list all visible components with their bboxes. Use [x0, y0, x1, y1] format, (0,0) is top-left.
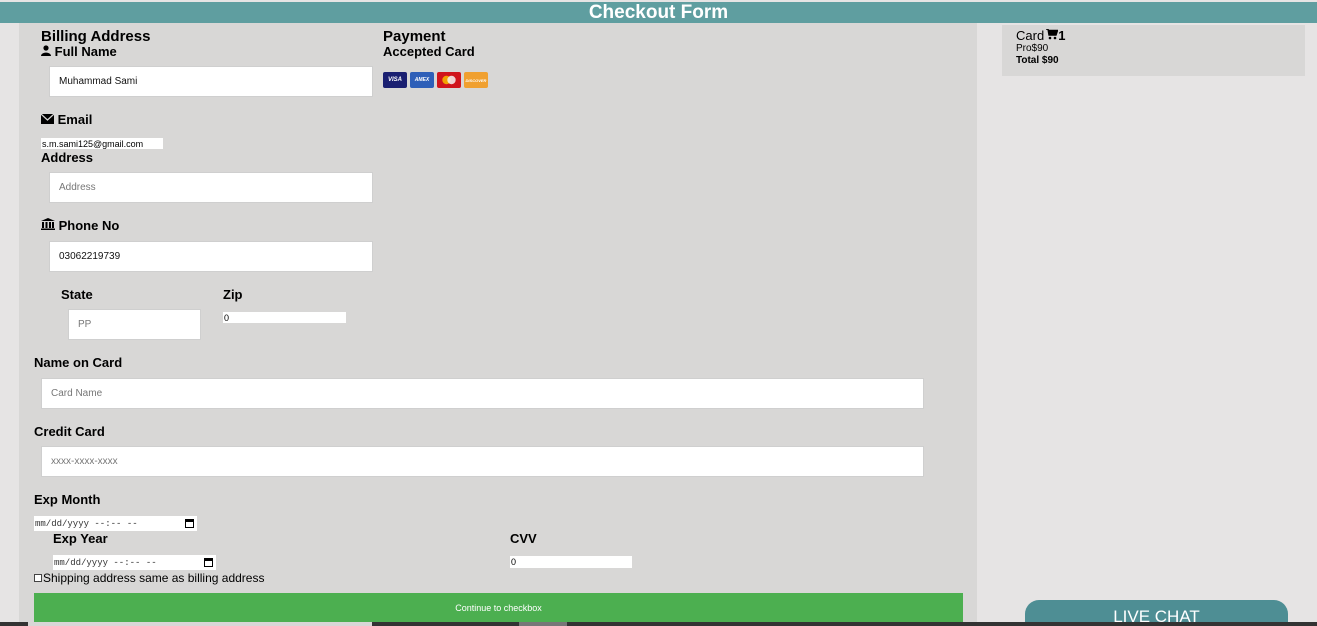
address-label: Address — [41, 150, 94, 165]
phone-label-group: Phone No — [41, 218, 119, 233]
cvv-label: CVV — [510, 531, 537, 546]
zip-label: Zip — [223, 287, 243, 302]
cvv-field[interactable]: 0 — [510, 556, 632, 568]
address-field[interactable]: Address — [49, 172, 373, 203]
email-field[interactable]: s.m.sami125@gmail.com — [41, 138, 163, 149]
mastercard-icon — [437, 72, 461, 88]
full-name-field[interactable]: Muhammad Sami — [49, 66, 373, 97]
card-name-field[interactable]: Card Name — [41, 378, 924, 409]
envelope-icon — [40, 112, 58, 127]
exp-month-field[interactable]: mm/dd/yyyy --:-- -- — [34, 516, 197, 531]
calendar-icon[interactable] — [185, 519, 194, 528]
accepted-card-label: Accepted Card — [383, 44, 475, 59]
exp-month-label: Exp Month — [34, 492, 101, 507]
accepted-cards: VISA AMEX DISCOVER — [383, 72, 488, 88]
credit-card-label: Credit Card — [34, 424, 105, 439]
exp-month-value: mm/dd/yyyy --:-- -- — [35, 518, 138, 529]
credit-card-field[interactable]: xxxx-xxxx-xxxx — [41, 446, 924, 477]
phone-field[interactable]: 03062219739 — [49, 241, 373, 272]
calendar-icon[interactable] — [204, 558, 213, 567]
bottom-bar-right — [372, 622, 1317, 626]
cart-title: Card — [1016, 28, 1045, 43]
discover-card-icon: DISCOVER — [464, 72, 488, 88]
email-label: Email — [57, 112, 93, 127]
phone-label: Phone No — [58, 218, 120, 233]
exp-year-label: Exp Year — [53, 531, 108, 546]
full-name-label-group: Full Name — [41, 44, 117, 59]
exp-year-value: mm/dd/yyyy --:-- -- — [54, 557, 157, 568]
shopping-cart-icon — [1046, 28, 1059, 43]
cart-count: 1 — [1058, 28, 1066, 43]
bottom-bar-left — [0, 622, 28, 626]
shipping-same-row[interactable]: Shipping address same as billing address — [34, 571, 264, 585]
cart-header: Card 1 — [1016, 28, 1065, 43]
amex-card-icon: AMEX — [410, 72, 434, 88]
exp-year-field[interactable]: mm/dd/yyyy --:-- -- — [53, 555, 216, 570]
full-name-label: Full Name — [54, 44, 117, 59]
zip-field[interactable]: 0 — [223, 312, 346, 323]
user-icon — [41, 44, 55, 59]
payment-heading: Payment — [383, 28, 446, 45]
continue-button[interactable]: Continue to checkbox — [34, 593, 963, 622]
shipping-same-label: Shipping address same as billing address — [43, 571, 265, 585]
page-title: Checkout Form — [0, 2, 1317, 23]
visa-card-icon: VISA — [383, 72, 407, 88]
shipping-same-checkbox[interactable] — [34, 574, 42, 582]
bottom-bar-segment — [519, 622, 567, 626]
name-on-card-label: Name on Card — [34, 355, 123, 370]
state-label: State — [61, 287, 93, 302]
bank-icon — [41, 218, 59, 233]
cart-item[interactable]: Pro$90 — [1016, 43, 1048, 54]
state-field[interactable]: PP — [68, 309, 201, 340]
billing-heading: Billing Address — [41, 28, 151, 45]
email-label-group: Email — [40, 112, 93, 127]
cart-total: Total $90 — [1016, 55, 1059, 66]
